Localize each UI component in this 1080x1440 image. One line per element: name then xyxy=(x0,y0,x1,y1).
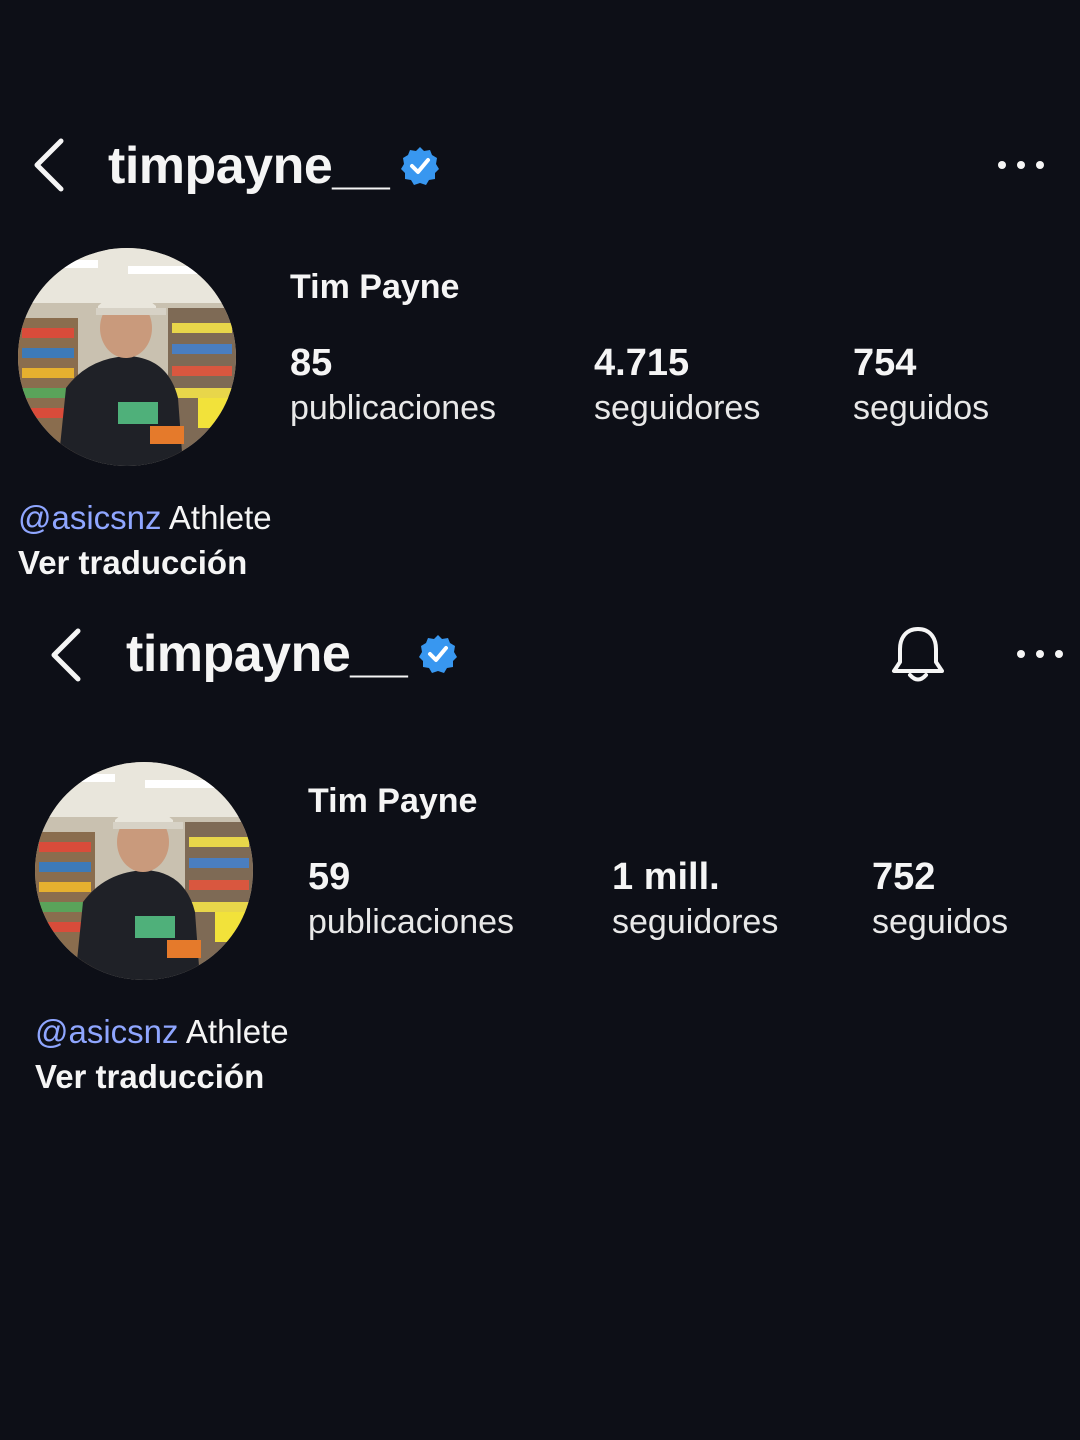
avatar[interactable] xyxy=(35,762,253,980)
bio-mention-link[interactable]: @asicsnz xyxy=(18,499,162,536)
bio-text: Athlete xyxy=(178,1013,289,1050)
posts-stat[interactable]: 59 publicaciones xyxy=(308,854,514,944)
back-arrow-icon[interactable] xyxy=(42,622,88,688)
followers-label: seguidores xyxy=(612,903,779,941)
followers-count: 1 mill. xyxy=(612,856,720,898)
followers-stat[interactable]: 1 mill. seguidores xyxy=(612,854,778,944)
bio: @asicsnz Athlete xyxy=(35,1010,289,1054)
posts-count: 59 xyxy=(308,856,351,898)
verified-badge-icon xyxy=(419,635,457,673)
bell-icon[interactable] xyxy=(890,624,946,686)
username: timpayne__ xyxy=(126,625,408,683)
more-options-icon[interactable] xyxy=(1017,644,1063,664)
bio-mention-link[interactable]: @asicsnz xyxy=(35,1013,179,1050)
following-label: seguidos xyxy=(872,903,1009,941)
posts-label: publicaciones xyxy=(308,903,515,941)
bio: @asicsnz Athlete xyxy=(18,496,272,540)
bio-text: Athlete xyxy=(161,499,272,536)
full-name: Tim Payne xyxy=(308,782,478,820)
see-translation-link[interactable]: Ver traducción xyxy=(18,544,247,582)
following-stat[interactable]: 752 seguidos xyxy=(872,854,1008,944)
profile-header-new: timpayne__ Tim Payne 59 publicaciones 1 … xyxy=(0,0,1080,1095)
see-translation-link[interactable]: Ver traducción xyxy=(35,1058,264,1096)
following-count: 752 xyxy=(872,856,936,898)
